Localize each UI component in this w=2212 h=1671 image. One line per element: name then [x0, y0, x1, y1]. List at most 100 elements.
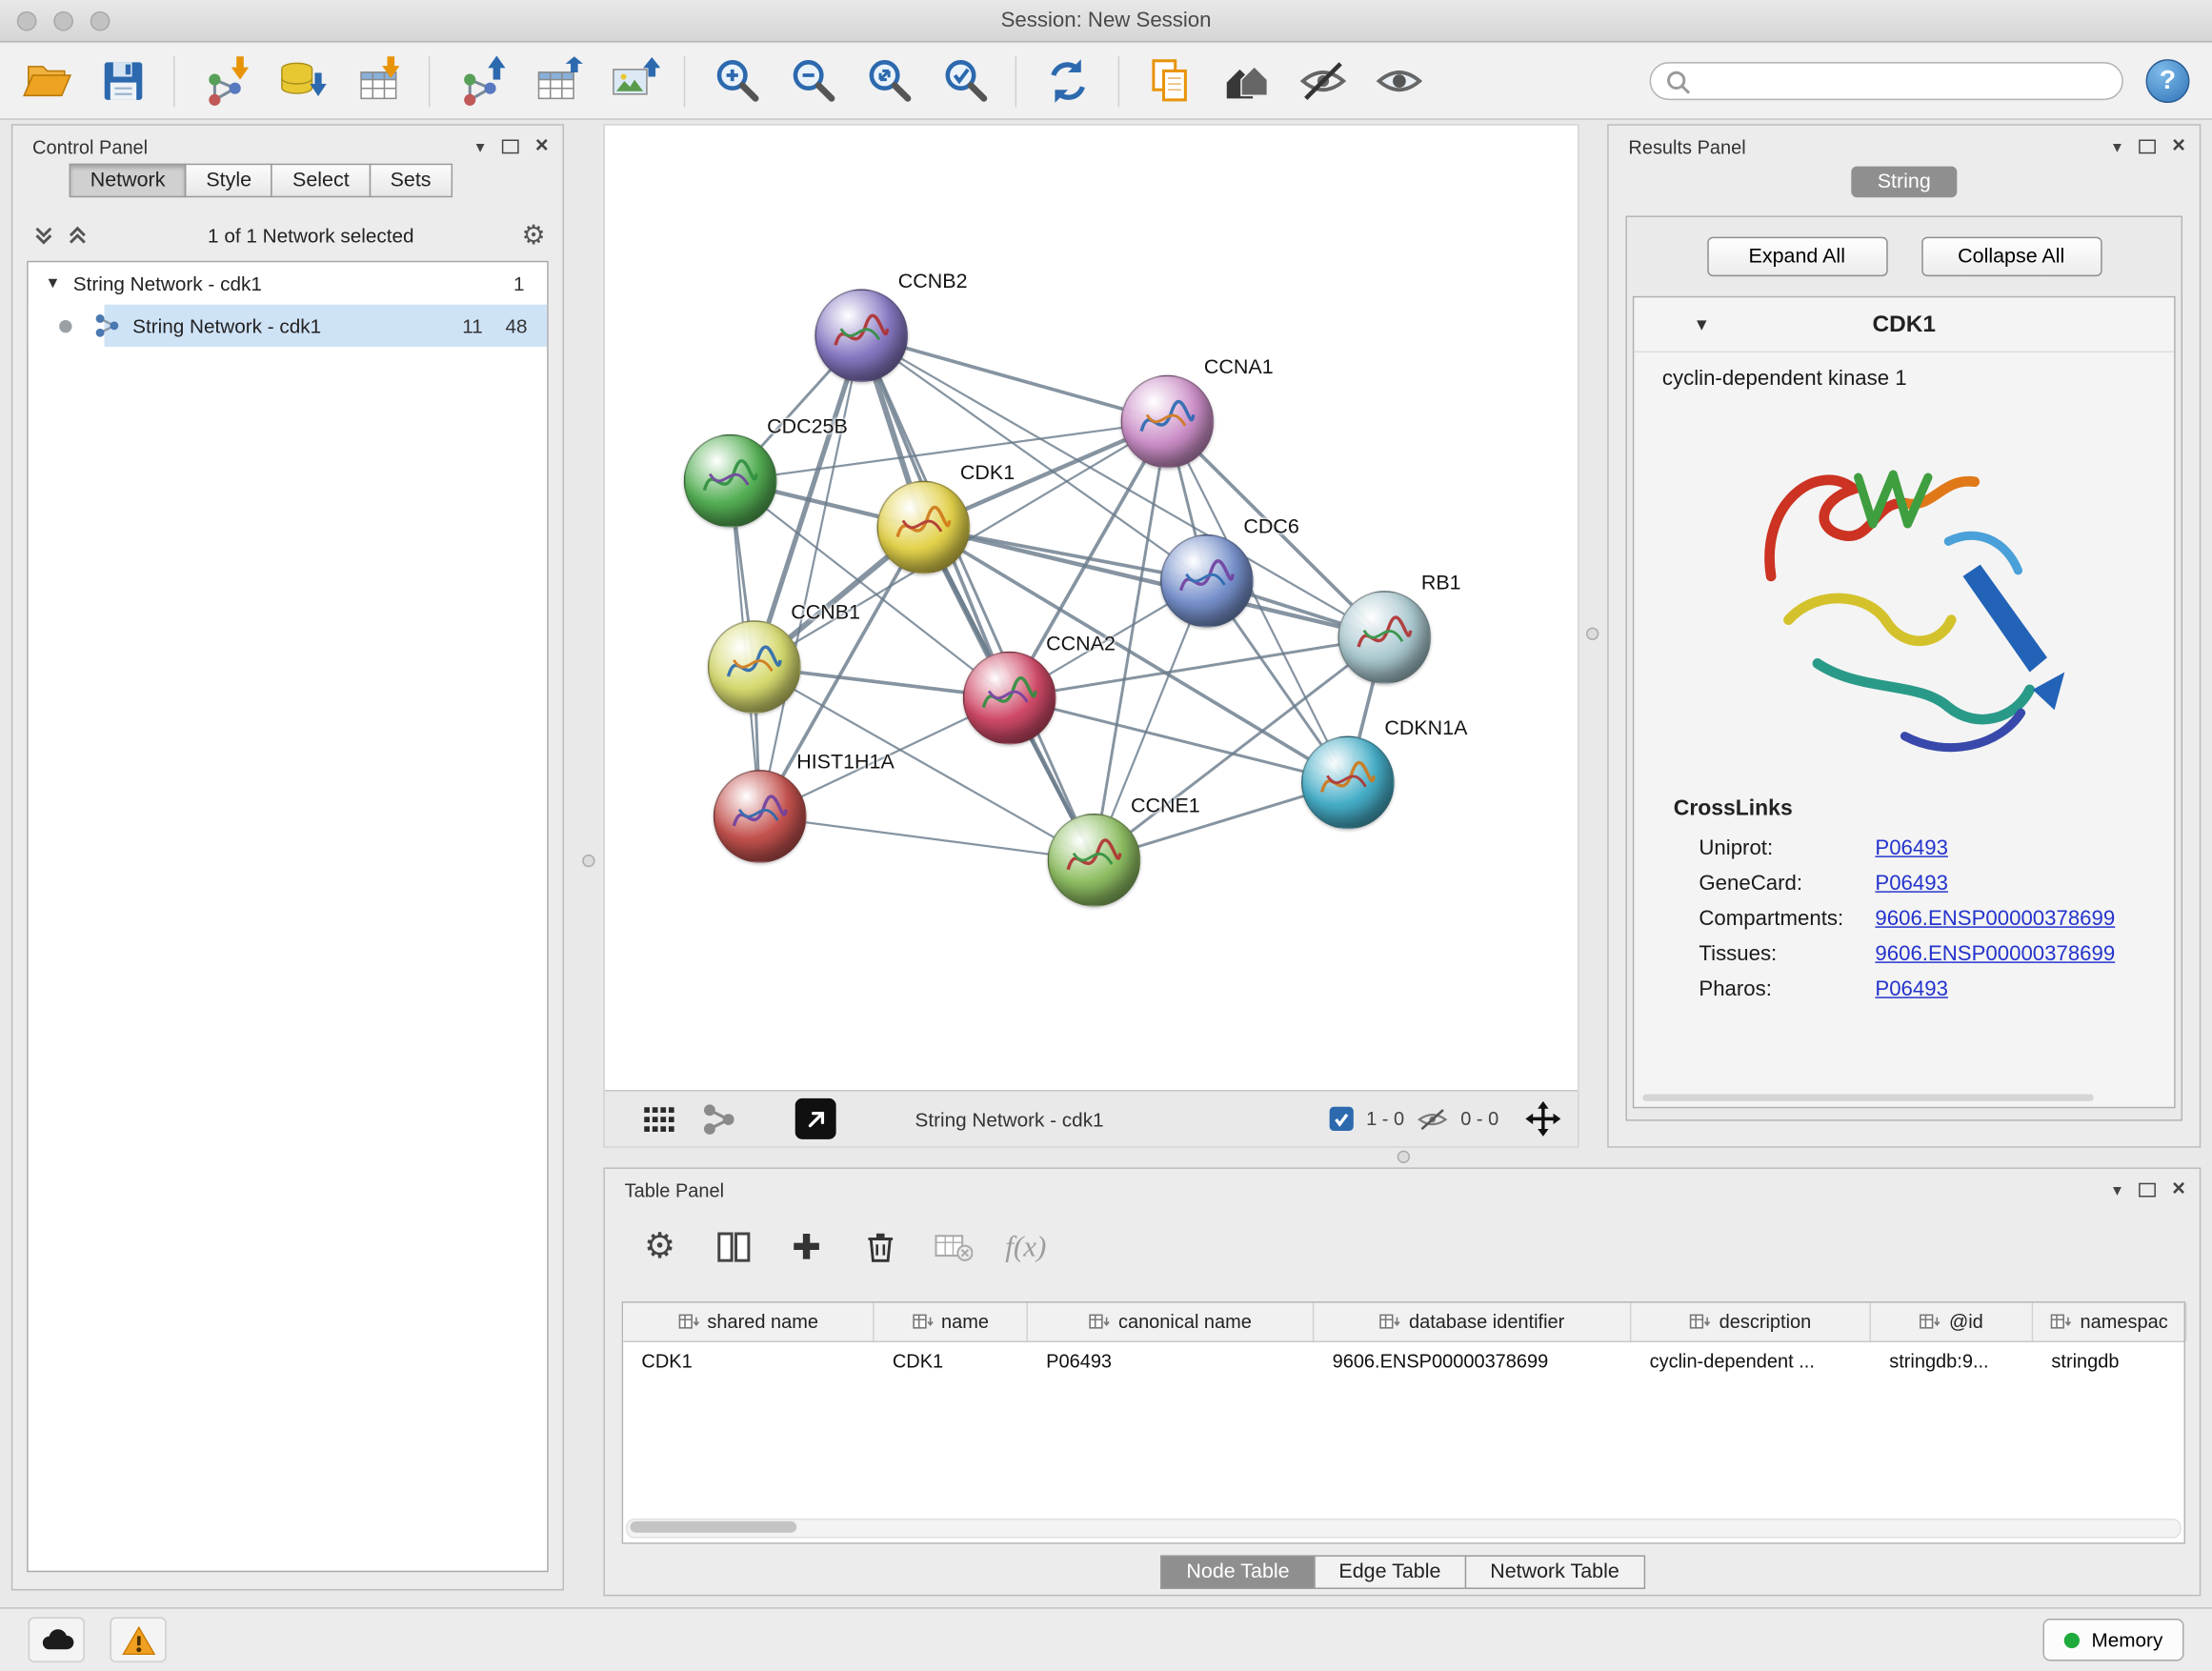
results-scrollbar[interactable] — [1642, 1094, 2094, 1100]
horizontal-scrollbar[interactable] — [626, 1519, 2181, 1539]
crosslink-value-link[interactable]: 9606.ENSP00000378699 — [1875, 907, 2115, 931]
panel-close-icon[interactable]: × — [2172, 1183, 2185, 1198]
expand-triangle-icon[interactable]: ▼ — [45, 275, 60, 292]
tab-edge-table[interactable]: Edge Table — [1314, 1555, 1466, 1589]
expand-all-networks-icon[interactable] — [67, 224, 90, 247]
tab-node-table[interactable]: Node Table — [1161, 1555, 1315, 1589]
table-cell[interactable]: P06493 — [1028, 1351, 1314, 1372]
network-node-CCNA2[interactable] — [963, 652, 1056, 745]
column-header-shared-name[interactable]: shared name — [623, 1303, 874, 1341]
scrollbar-thumb[interactable] — [631, 1521, 797, 1533]
window-minimize-button[interactable] — [53, 11, 73, 31]
network-node-CDC6[interactable] — [1160, 534, 1254, 628]
network-collection-row[interactable]: ▼ String Network - cdk1 1 — [29, 262, 548, 304]
tab-network-table[interactable]: Network Table — [1465, 1555, 1645, 1589]
network-options-gear-icon[interactable]: ⚙ — [522, 219, 546, 252]
panel-collapse-icon[interactable]: ▾ — [2113, 1180, 2122, 1200]
open-in-new-window-button[interactable] — [795, 1098, 836, 1139]
network-node-CCNB1[interactable] — [708, 620, 801, 714]
column-header-description[interactable]: description — [1631, 1303, 1871, 1341]
network-glyph-icon[interactable] — [702, 1102, 736, 1137]
home-button[interactable] — [1208, 49, 1284, 113]
table-cell[interactable]: cyclin-dependent ... — [1631, 1351, 1871, 1372]
table-cell[interactable]: CDK1 — [875, 1351, 1028, 1372]
network-row[interactable]: String Network - cdk1 11 48 — [29, 305, 548, 347]
import-table-file-button[interactable] — [340, 49, 416, 113]
copy-document-button[interactable] — [1132, 49, 1208, 113]
show-all-button[interactable] — [1360, 49, 1437, 113]
panel-collapse-icon[interactable]: ▾ — [476, 137, 485, 157]
selected-checkbox-icon[interactable] — [1330, 1107, 1354, 1131]
network-node-CDKN1A[interactable] — [1301, 736, 1395, 830]
show-columns-icon[interactable] — [712, 1225, 754, 1267]
column-header-canonical-name[interactable]: canonical name — [1028, 1303, 1314, 1341]
collapse-all-networks-icon[interactable] — [32, 224, 55, 247]
function-builder-icon[interactable]: f(x) — [1005, 1229, 1046, 1264]
panel-float-icon[interactable] — [2139, 1183, 2156, 1198]
hide-selected-button[interactable] — [1284, 49, 1360, 113]
delete-column-icon[interactable] — [858, 1225, 900, 1267]
control-tab-network[interactable]: Network — [70, 164, 187, 198]
column-header--id[interactable]: @id — [1871, 1303, 2033, 1341]
table-cell[interactable]: CDK1 — [623, 1351, 874, 1372]
grid-view-icon[interactable] — [641, 1103, 679, 1135]
panel-collapse-icon[interactable]: ▾ — [2113, 137, 2122, 157]
control-tab-style[interactable]: Style — [185, 164, 272, 198]
memory-button[interactable]: Memory — [2043, 1619, 2183, 1661]
table-row[interactable]: CDK1CDK1P064939606.ENSP00000378699cyclin… — [623, 1342, 2183, 1380]
table-cell[interactable]: 9606.ENSP00000378699 — [1314, 1351, 1631, 1372]
network-node-CDK1[interactable] — [877, 481, 971, 574]
fit-content-button[interactable] — [850, 49, 926, 113]
column-header-name[interactable]: name — [875, 1303, 1028, 1341]
crosslink-value-link[interactable]: 9606.ENSP00000378699 — [1875, 942, 2115, 966]
control-tab-sets[interactable]: Sets — [369, 164, 452, 198]
column-header-namespac[interactable]: namespac — [2033, 1303, 2186, 1341]
help-button[interactable]: ? — [2146, 59, 2190, 103]
save-session-button[interactable] — [85, 49, 161, 113]
open-session-button[interactable] — [9, 49, 85, 113]
window-close-button[interactable] — [17, 11, 37, 31]
panel-float-icon[interactable] — [501, 140, 518, 154]
vertical-splitter-handle[interactable] — [1586, 628, 1599, 640]
control-tab-select[interactable]: Select — [271, 164, 371, 198]
zoom-out-button[interactable] — [774, 49, 851, 113]
tab-string[interactable]: String — [1851, 167, 1958, 198]
import-network-file-button[interactable] — [188, 49, 264, 113]
panel-float-icon[interactable] — [2139, 140, 2156, 154]
export-network-button[interactable] — [443, 49, 519, 113]
warning-button[interactable] — [110, 1618, 166, 1662]
network-node-CDC25B[interactable] — [684, 434, 777, 528]
export-table-button[interactable] — [519, 49, 595, 113]
table-settings-gear-icon[interactable]: ⚙ — [638, 1225, 680, 1267]
import-network-database-button[interactable] — [264, 49, 340, 113]
refresh-view-button[interactable] — [1029, 49, 1105, 113]
cloud-button[interactable] — [29, 1618, 85, 1662]
vertical-splitter-handle[interactable] — [582, 855, 594, 867]
table-cell[interactable]: stringdb — [2033, 1351, 2186, 1372]
crosslink-value-link[interactable]: P06493 — [1875, 872, 1948, 896]
table-cell[interactable]: stringdb:9... — [1871, 1351, 2033, 1372]
entry-collapse-icon[interactable]: ▼ — [1693, 314, 1710, 334]
network-node-HIST1H1A[interactable] — [714, 770, 807, 863]
network-canvas[interactable]: CCNB2CCNA1CDC25BCDK1CDC6RB1CCNB1CCNA2CDK… — [605, 126, 1578, 1092]
panel-close-icon[interactable]: × — [535, 140, 549, 154]
crosslink-value-link[interactable]: P06493 — [1875, 836, 1948, 860]
add-column-icon[interactable] — [785, 1225, 827, 1267]
network-node-CCNE1[interactable] — [1048, 814, 1141, 907]
network-node-CCNB2[interactable] — [814, 289, 908, 382]
zoom-selected-button[interactable] — [926, 49, 1002, 113]
zoom-in-button[interactable] — [698, 49, 774, 113]
network-node-CCNA1[interactable] — [1121, 375, 1215, 469]
panel-close-icon[interactable]: × — [2172, 140, 2185, 154]
search-input[interactable] — [1691, 69, 2108, 94]
window-zoom-button[interactable] — [90, 11, 111, 31]
export-image-button[interactable] — [595, 49, 672, 113]
column-header-database-identifier[interactable]: database identifier — [1314, 1303, 1631, 1341]
external-arrow-icon — [800, 1103, 832, 1135]
expand-all-button[interactable]: Expand All — [1707, 237, 1887, 276]
network-node-RB1[interactable] — [1338, 591, 1432, 684]
horizontal-splitter-handle[interactable] — [1398, 1151, 1410, 1163]
collapse-all-button[interactable]: Collapse All — [1921, 237, 2101, 276]
crosslink-value-link[interactable]: P06493 — [1875, 977, 1948, 1001]
move-crosshair-icon[interactable] — [1525, 1101, 1560, 1137]
